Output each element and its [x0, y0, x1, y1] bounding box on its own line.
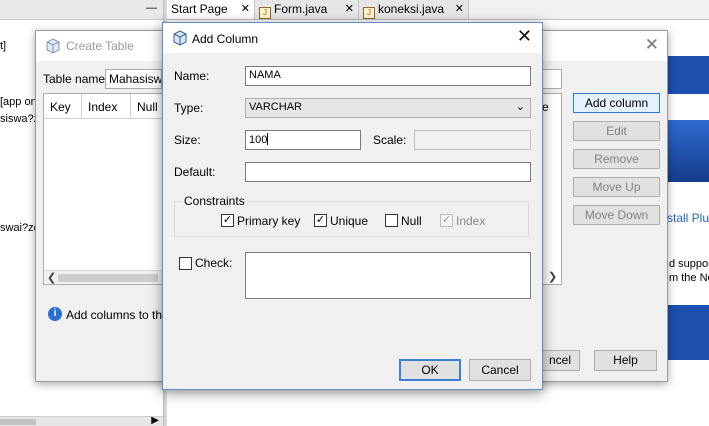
- table-name-input-end[interactable]: [542, 69, 562, 89]
- java-file-icon: J: [363, 7, 375, 19]
- primary-key-label: Primary key: [237, 214, 301, 228]
- add-column-button[interactable]: Add column: [573, 93, 660, 113]
- ok-button[interactable]: OK: [399, 359, 461, 381]
- edit-button[interactable]: Edit: [573, 121, 660, 141]
- scale-label: Scale:: [373, 133, 407, 147]
- close-icon[interactable]: ✕: [455, 2, 464, 15]
- columns-table-right-edge: e ❯: [542, 93, 562, 285]
- default-input[interactable]: [245, 162, 531, 182]
- scroll-right-arrow-icon[interactable]: ▶: [151, 415, 159, 426]
- columns-table[interactable]: Key Index Null ❮: [43, 93, 164, 285]
- constraints-label: Constraints: [182, 194, 247, 208]
- check-textarea[interactable]: [245, 252, 531, 299]
- table-scrollbar[interactable]: ❮: [44, 270, 162, 284]
- null-label: Null: [401, 214, 422, 228]
- java-form-icon: J: [259, 7, 271, 19]
- left-panel-header: —: [0, 0, 163, 20]
- scale-input[interactable]: [414, 130, 531, 150]
- left-panel-scrollbar[interactable]: ▶: [0, 415, 163, 426]
- database-icon: [45, 38, 61, 57]
- primary-key-checkbox[interactable]: ✓: [221, 214, 234, 227]
- start-page-text: m the Ne: [669, 272, 709, 284]
- start-page-banner-image: [667, 120, 709, 182]
- cancel-button[interactable]: Cancel: [469, 359, 531, 381]
- check-label: Check:: [195, 256, 233, 270]
- move-up-button[interactable]: Move Up: [573, 177, 660, 197]
- left-panel-line: siswa?z: [0, 113, 40, 125]
- scroll-left-arrow-icon[interactable]: ❮: [47, 271, 56, 284]
- chevron-down-icon: ⌄: [515, 101, 525, 113]
- table-name-label: Table name:: [43, 72, 109, 86]
- add-column-titlebar[interactable]: Add Column ✕: [163, 23, 542, 53]
- add-column-dialog: Add Column ✕ Name: NAMA Type: VARCHAR ⌄ …: [162, 22, 543, 390]
- move-down-button[interactable]: Move Down: [573, 205, 660, 225]
- null-checkbox[interactable]: [385, 214, 398, 227]
- type-select-value: VARCHAR: [249, 101, 302, 113]
- tab-form-java[interactable]: J Form.java ✕: [255, 0, 359, 19]
- scroll-right-arrow-icon[interactable]: ❯: [548, 270, 557, 283]
- type-select[interactable]: VARCHAR ⌄: [245, 98, 531, 118]
- create-table-title: Create Table: [66, 39, 134, 53]
- name-label: Name:: [174, 69, 210, 83]
- info-icon: i: [48, 307, 62, 321]
- database-icon: [172, 30, 188, 49]
- close-icon[interactable]: ✕: [241, 2, 250, 15]
- remove-button[interactable]: Remove: [573, 149, 660, 169]
- type-label: Type:: [174, 101, 204, 115]
- text-caret: [267, 133, 269, 145]
- check-checkbox[interactable]: [179, 257, 192, 270]
- table-name-input[interactable]: Mahasiswa: [105, 69, 162, 89]
- scrollbar-thumb[interactable]: [0, 419, 36, 425]
- start-page-banner: [667, 56, 709, 94]
- column-header-key[interactable]: Key: [44, 94, 82, 119]
- unique-label: Unique: [330, 214, 369, 228]
- add-column-title: Add Column: [192, 32, 259, 46]
- cancel-button-label: ncel: [548, 353, 571, 367]
- install-plugins-link[interactable]: stall Plu: [667, 211, 709, 225]
- left-panel-text-fragment: t]: [0, 40, 7, 52]
- tab-label: Form.java: [274, 2, 328, 16]
- tab-start-page[interactable]: Start Page ✕: [167, 0, 255, 19]
- start-page-text: d suppor: [669, 258, 709, 270]
- size-input[interactable]: 100: [245, 130, 361, 150]
- name-input[interactable]: NAMA: [245, 66, 531, 86]
- help-button[interactable]: Help: [594, 350, 657, 371]
- index-checkbox[interactable]: ✓: [440, 214, 453, 227]
- close-icon[interactable]: ✕: [345, 2, 354, 15]
- column-header-null[interactable]: Null: [131, 94, 164, 119]
- start-page-footer-banner: [667, 305, 709, 360]
- index-label: Index: [456, 214, 486, 228]
- unique-checkbox[interactable]: ✓: [314, 214, 327, 227]
- tab-label: Start Page: [171, 2, 228, 16]
- scrollbar-thumb[interactable]: [58, 274, 158, 282]
- minimize-button[interactable]: —: [146, 2, 157, 14]
- default-label: Default:: [174, 165, 216, 179]
- close-icon[interactable]: ✕: [645, 35, 659, 55]
- left-panel-line: [app on: [0, 96, 37, 108]
- size-input-value: 100: [249, 134, 268, 146]
- column-header-fragment: e: [542, 100, 549, 114]
- column-header-index[interactable]: Index: [82, 94, 131, 119]
- editor-tab-bar: Start Page ✕ J Form.java ✕ Jkoneksi.java …: [167, 0, 709, 20]
- close-icon[interactable]: ✕: [517, 26, 532, 47]
- tab-koneksi-java[interactable]: Jkoneksi.java ✕: [359, 0, 469, 19]
- tab-label: koneksi.java: [378, 2, 445, 16]
- info-message: Add columns to the: [66, 308, 169, 322]
- size-label: Size:: [174, 133, 201, 147]
